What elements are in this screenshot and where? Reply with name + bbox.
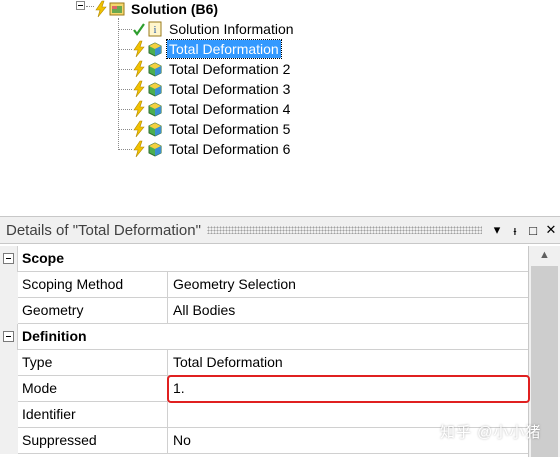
deformation-icon <box>147 61 163 77</box>
details-title-bar: Details of "Total Deformation" ▾ ᵻ □ ✕ <box>0 216 560 244</box>
property-value[interactable]: Total Deformation <box>168 350 528 376</box>
tree-node-solution-information[interactable]: i Solution Information <box>132 19 296 39</box>
lightning-icon <box>132 80 146 98</box>
property-value[interactable]: All Bodies <box>168 298 528 324</box>
lightning-icon <box>132 120 146 138</box>
property-name: Geometry <box>18 298 168 324</box>
tree-node-total-deformation[interactable]: Total Deformation <box>132 39 282 59</box>
property-name: Scoping Method <box>18 272 168 298</box>
tree-node-total-deformation-4[interactable]: Total Deformation 4 <box>132 99 292 119</box>
tree-node-total-deformation-6[interactable]: Total Deformation 6 <box>132 139 292 159</box>
lightning-icon <box>94 0 108 18</box>
deformation-icon <box>147 81 163 97</box>
tree-node-label: Total Deformation 5 <box>169 121 291 137</box>
collapse-solution-toggle[interactable] <box>76 1 85 10</box>
property-name: Identifier <box>18 402 168 428</box>
property-row-mode[interactable]: Mode 1. <box>0 376 528 402</box>
tree-node-label: Total Deformation 3 <box>169 81 291 97</box>
collapse-icon[interactable] <box>3 253 14 264</box>
deformation-icon <box>147 121 163 137</box>
tree-node-total-deformation-2[interactable]: Total Deformation 2 <box>132 59 292 79</box>
tree-node-label: Total Deformation 2 <box>169 61 291 77</box>
scroll-up-icon[interactable]: ▲ <box>529 246 560 264</box>
tree-node-label: Solution Information <box>169 21 294 37</box>
property-row-scoping-method[interactable]: Scoping Method Geometry Selection <box>0 272 528 298</box>
pin-icon[interactable]: ᵻ <box>506 223 524 238</box>
property-name: Mode <box>18 376 168 402</box>
property-value[interactable]: Geometry Selection <box>168 272 528 298</box>
lightning-icon <box>132 140 146 158</box>
tree-node-total-deformation-5[interactable]: Total Deformation 5 <box>132 119 292 139</box>
deformation-icon <box>147 101 163 117</box>
close-icon[interactable]: ✕ <box>542 222 560 238</box>
tree-node-solution[interactable]: Solution (B6) <box>94 0 220 19</box>
property-name: Type <box>18 350 168 376</box>
details-title: Details of "Total Deformation" <box>6 221 201 239</box>
tree-node-label: Total Deformation 4 <box>169 101 291 117</box>
info-icon: i <box>147 21 163 37</box>
tree-node-label: Total Deformation 6 <box>169 141 291 157</box>
deformation-icon <box>147 141 163 157</box>
lightning-icon <box>132 40 146 58</box>
group-name: Scope <box>18 246 528 272</box>
property-row-type[interactable]: Type Total Deformation <box>0 350 528 376</box>
tree-node-total-deformation-3[interactable]: Total Deformation 3 <box>132 79 292 99</box>
watermark: 知乎 @小小猪 <box>440 424 542 441</box>
check-icon <box>132 20 146 38</box>
solution-icon <box>109 1 125 17</box>
lightning-icon <box>132 100 146 118</box>
tree-node-label: Total Deformation <box>166 39 282 59</box>
dropdown-icon[interactable]: ▾ <box>488 222 506 238</box>
group-row-scope: Scope <box>0 246 528 272</box>
svg-text:i: i <box>154 25 157 36</box>
lightning-icon <box>132 60 146 78</box>
maximize-icon[interactable]: □ <box>524 223 542 238</box>
solution-tree: Solution (B6) i Solution Information Tot… <box>0 0 560 216</box>
drag-grip[interactable] <box>206 226 482 234</box>
property-name: Suppressed <box>18 428 168 454</box>
group-row-definition: Definition <box>0 324 528 350</box>
collapse-icon[interactable] <box>3 331 14 342</box>
group-name: Definition <box>18 324 528 350</box>
property-row-geometry[interactable]: Geometry All Bodies <box>0 298 528 324</box>
mode-value-field[interactable]: 1. <box>168 376 528 402</box>
tree-node-label: Solution (B6) <box>131 1 219 17</box>
deformation-icon <box>147 41 163 57</box>
